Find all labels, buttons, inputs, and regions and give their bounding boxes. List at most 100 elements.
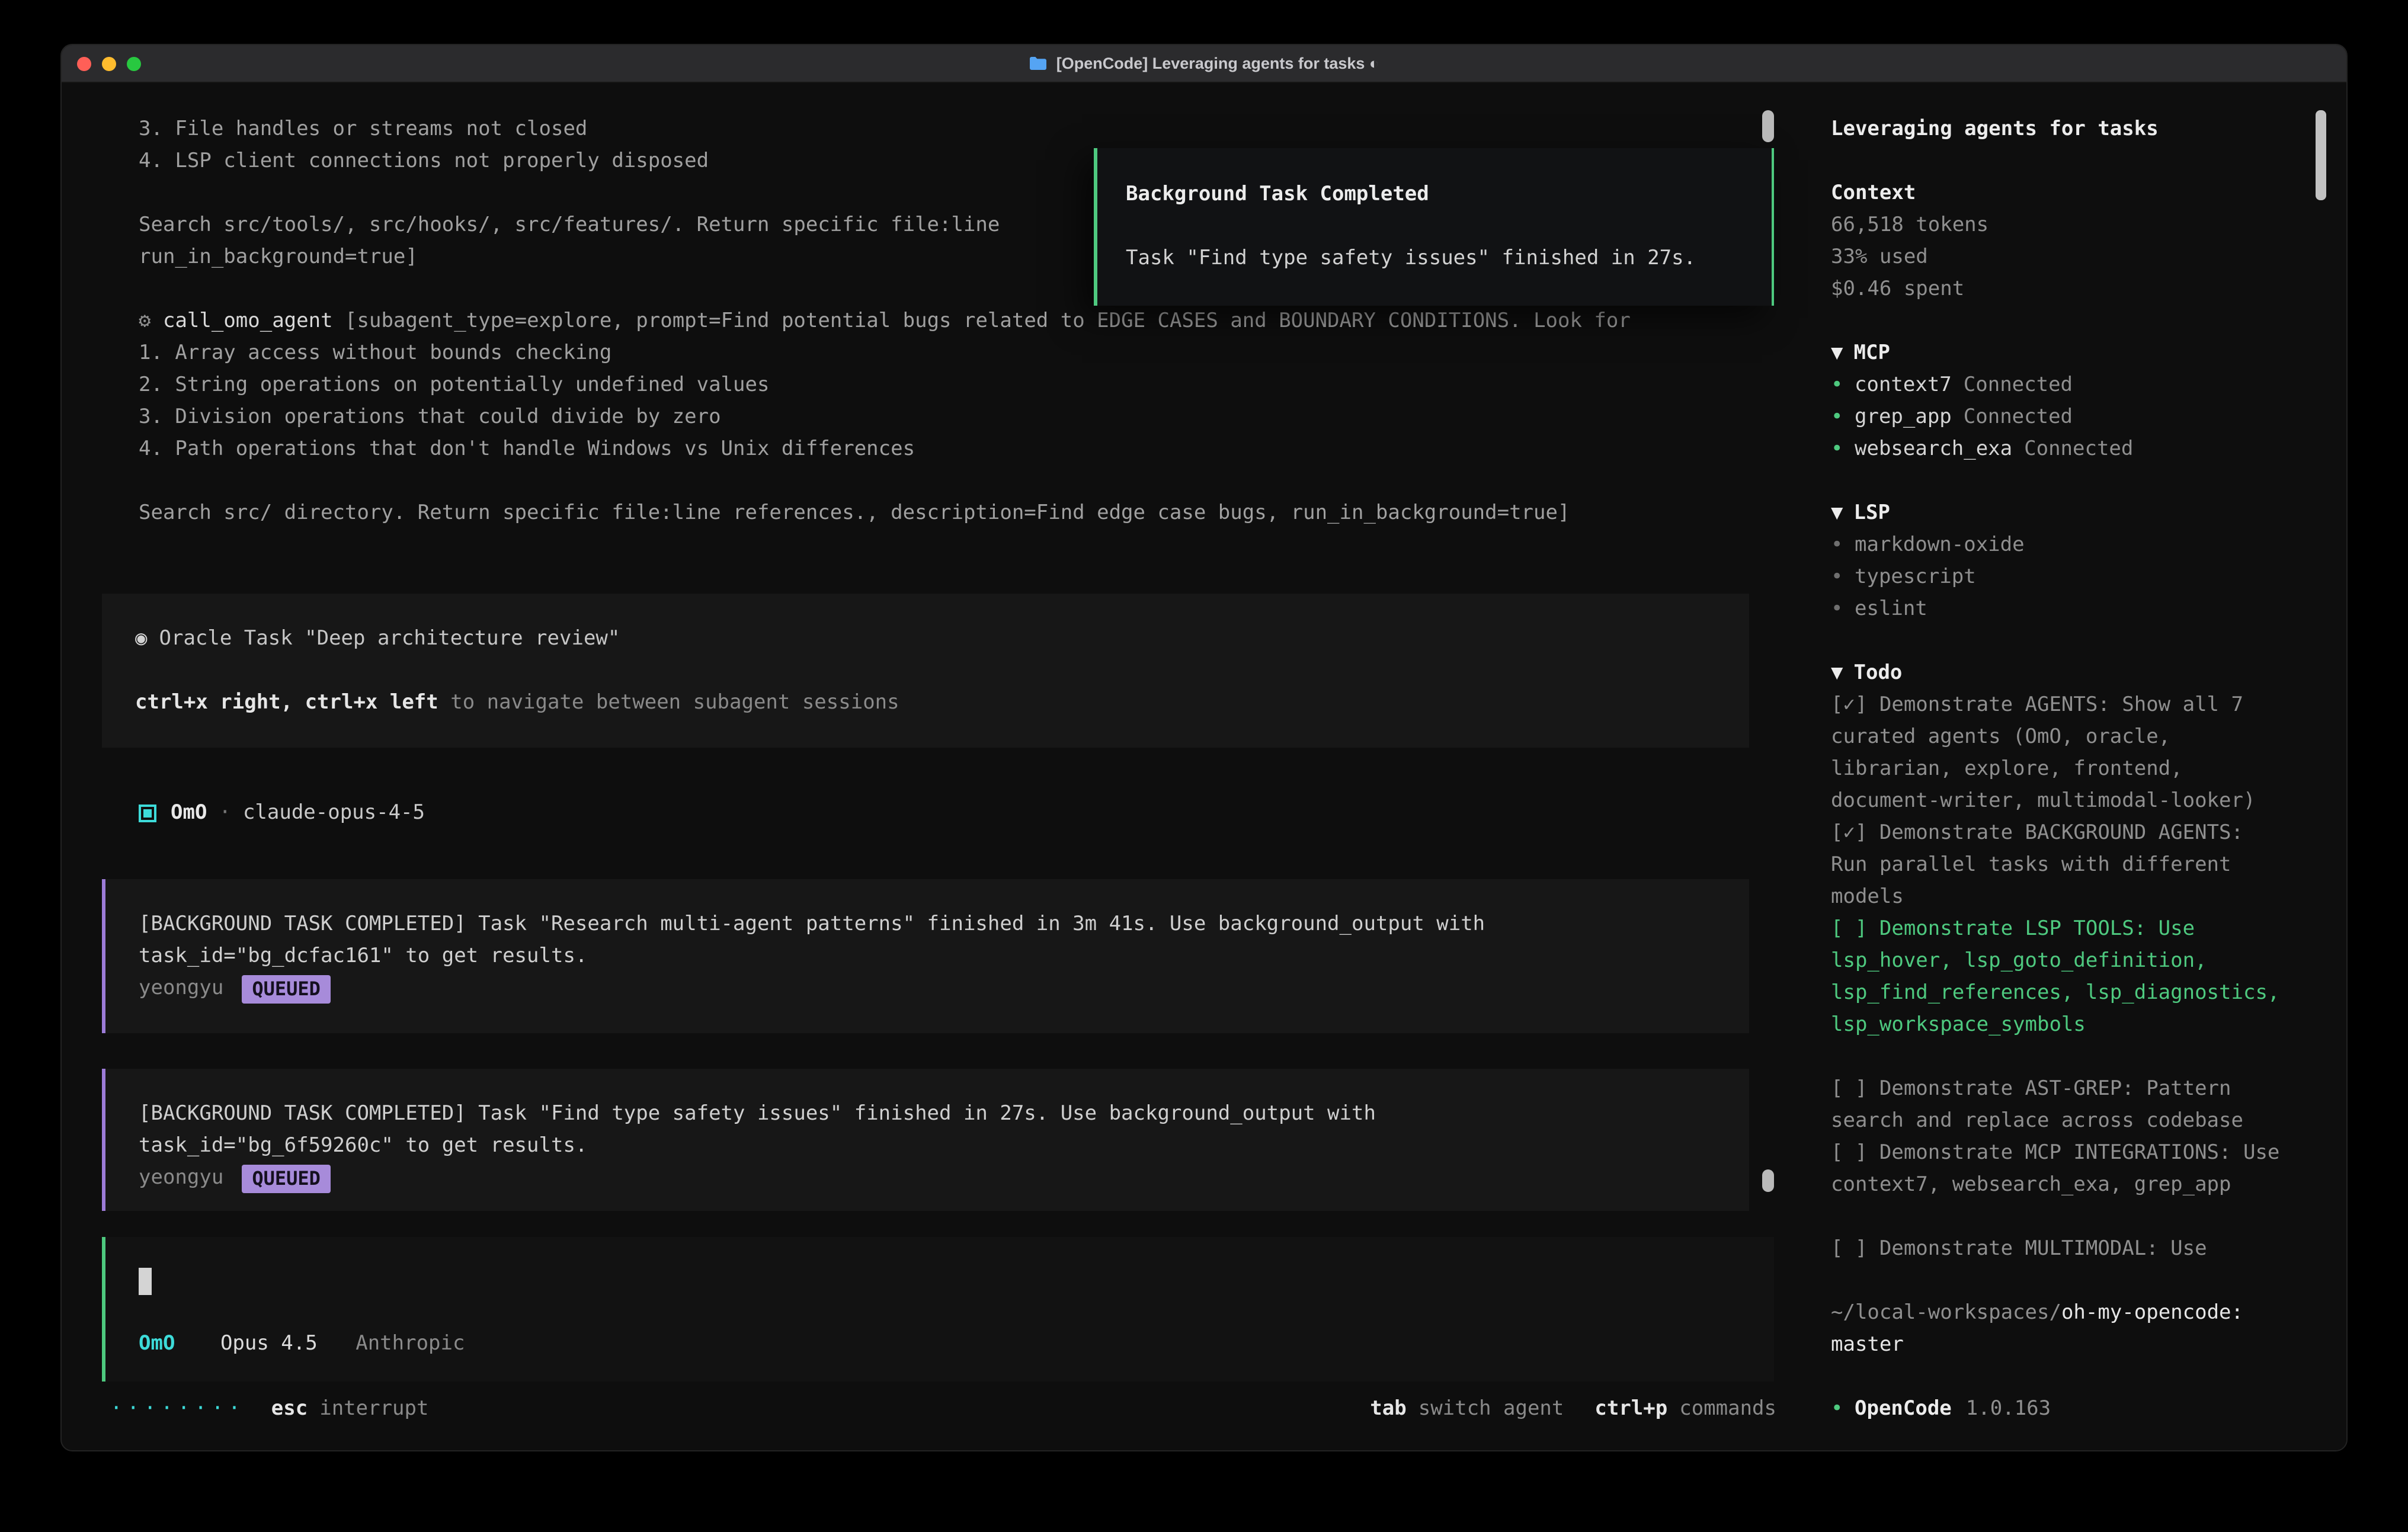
tool-arg-item: 4. Path operations that don't handle Win… <box>139 434 1749 466</box>
lsp-item: •markdown-oxide <box>1831 530 2316 562</box>
sidebar-scrollbar-thumb[interactable] <box>2316 110 2326 200</box>
session-title: Leveraging agents for tasks <box>1831 114 2281 146</box>
tool-call-line: ⚙ call_omo_agent [subagent_type=explore,… <box>139 306 1749 338</box>
bullet-icon: • <box>1831 434 1855 466</box>
lsp-heading-label: LSP <box>1854 501 1890 525</box>
message-text: task_id="bg_6f59260c" to get results. <box>139 1130 1716 1162</box>
bullet-icon: • <box>1831 594 1855 626</box>
toast-title: Background Task Completed <box>1126 179 1743 211</box>
agent-model: claude-opus-4-5 <box>243 797 425 829</box>
app-version-footer: • OpenCode 1.0.163 <box>1831 1393 2051 1425</box>
lsp-section-heading[interactable]: ▼ LSP <box>1831 498 2316 530</box>
queued-badge: QUEUED <box>241 975 331 1003</box>
commands-hint: ctrl+p commands <box>1594 1393 1776 1425</box>
mcp-name: websearch_exa <box>1855 434 2012 466</box>
window-title-group: [OpenCode] Leveraging agents for tasks ◐ <box>1029 44 1379 82</box>
zoom-button[interactable] <box>127 56 141 70</box>
fisheye-icon: ◉ <box>135 627 148 650</box>
prompt-cursor-row <box>139 1265 1741 1297</box>
git-branch: master <box>1831 1329 2316 1361</box>
mcp-item: •context7 Connected <box>1831 370 2316 402</box>
workspace-path-name: oh-my-opencode: <box>2061 1301 2243 1325</box>
mcp-heading-label: MCP <box>1854 341 1890 365</box>
todo-item: [ ] Demonstrate LSP TOOLS: Use lsp_hover… <box>1831 914 2281 1041</box>
main-scrollbar-thumb[interactable] <box>1762 1169 1774 1192</box>
model-provider-label: Anthropic <box>356 1332 465 1355</box>
mcp-item: •websearch_exa Connected <box>1831 434 2316 466</box>
queued-badge: QUEUED <box>241 1164 331 1193</box>
session-sidebar: Leveraging agents for tasks Context 66,5… <box>1807 83 2346 1450</box>
nav-keys: ctrl+x right, ctrl+x left <box>135 691 438 714</box>
bullet-icon: • <box>1831 1393 1855 1425</box>
background-task-message: [BACKGROUND TASK COMPLETED] Task "Find t… <box>102 1069 1749 1211</box>
bullet-icon: • <box>1831 370 1855 402</box>
workspace-path: ~/local-workspaces/oh-my-opencode: <box>1831 1297 2316 1329</box>
context-spent: $0.46 spent <box>1831 274 2316 306</box>
mcp-status: Connected <box>1964 370 2073 402</box>
chevron-down-icon: ▼ <box>1831 661 1843 685</box>
prompt-input[interactable]: OmO Opus 4.5 Anthropic <box>102 1237 1774 1382</box>
workspace-path-dim: ~/local-workspaces/ <box>1831 1301 2061 1325</box>
lsp-name: eslint <box>1855 594 1927 626</box>
active-model-label: Opus 4.5 <box>220 1332 318 1355</box>
tool-arg-item: 3. Division operations that could divide… <box>139 402 1749 434</box>
folder-icon <box>1029 56 1048 71</box>
todo-item: [ ] Demonstrate AST-GREP: Pattern search… <box>1831 1073 2281 1137</box>
chevron-down-icon: ▼ <box>1831 341 1843 365</box>
traffic-lights <box>77 45 141 82</box>
agent-name: OmO <box>171 797 207 829</box>
ctrlp-key: ctrl+p <box>1594 1397 1667 1421</box>
gear-icon: ⚙ <box>139 309 163 333</box>
status-bar: ········ esc interrupt tabswitch agent c… <box>62 1382 1807 1450</box>
ctrlp-label: commands <box>1679 1397 1776 1421</box>
message-meta: yeongyu QUEUED <box>139 973 1716 1005</box>
status-left: ········ esc interrupt <box>110 1393 428 1425</box>
todo-item: [✓] Demonstrate BACKGROUND AGENTS: Run p… <box>1831 818 2281 914</box>
lsp-section: ▼LSP •markdown-oxide •typescript •eslint <box>1831 498 2316 626</box>
message-author: yeongyu <box>139 973 223 1005</box>
lsp-item: •eslint <box>1831 594 2316 626</box>
close-button[interactable] <box>77 56 91 70</box>
minimize-button[interactable] <box>102 56 116 70</box>
terminal-main: 3. File handles or streams not closed 4.… <box>62 83 1807 1450</box>
bullet-icon: • <box>1831 530 1855 562</box>
context-tokens: 66,518 tokens <box>1831 210 2316 242</box>
mcp-name: grep_app <box>1855 402 1952 434</box>
tool-args: [subagent_type=explore, prompt=Find pote… <box>333 309 1631 333</box>
toast-body: Task "Find type safety issues" finished … <box>1126 243 1743 275</box>
background-task-toast: Background Task Completed Task "Find typ… <box>1094 148 1774 306</box>
todo-item: [✓] Demonstrate AGENTS: Show all 7 curat… <box>1831 690 2281 818</box>
chevron-down-icon: ▼ <box>1831 501 1843 525</box>
mcp-section: ▼ MCP •context7 Connected •grep_app Connect… <box>1831 338 2316 466</box>
app-name: OpenCode <box>1855 1393 1952 1425</box>
screen: [OpenCode] Leveraging agents for tasks ◐… <box>0 0 2408 1532</box>
context-section: Context 66,518 tokens 33% used $0.46 spe… <box>1831 178 2316 306</box>
separator-dot: · <box>219 797 231 829</box>
todo-item: [ ] Demonstrate MULTIMODAL: Use <box>1831 1233 2281 1265</box>
model-selector-row[interactable]: OmO Opus 4.5 Anthropic <box>139 1328 1741 1360</box>
text-cursor <box>139 1267 152 1294</box>
active-agent-label: OmO <box>139 1332 175 1355</box>
context-heading: Context <box>1831 178 2316 210</box>
context-used: 33% used <box>1831 242 2316 274</box>
busy-spinner-icon: ········ <box>110 1393 245 1425</box>
oracle-task-title-row: ◉Oracle Task "Deep architecture review" <box>135 623 1716 655</box>
esc-key-hint: esc <box>271 1393 308 1425</box>
tool-arg-footer: Search src/ directory. Return specific f… <box>139 498 1749 530</box>
mcp-status: Connected <box>2024 434 2133 466</box>
todo-item: [ ] Demonstrate MCP INTEGRATIONS: Use co… <box>1831 1137 2281 1201</box>
agent-header: OmO · claude-opus-4-5 <box>139 797 1749 829</box>
mcp-section-heading[interactable]: ▼ MCP <box>1831 338 2316 370</box>
nav-keys-desc: to navigate between subagent sessions <box>438 691 899 714</box>
mcp-status: Connected <box>1964 402 2073 434</box>
tool-arg-item: 2. String operations on potentially unde… <box>139 370 1749 402</box>
main-scrollbar-thumb[interactable] <box>1762 110 1774 142</box>
mcp-name: context7 <box>1855 370 1952 402</box>
bullet-icon: • <box>1831 562 1855 594</box>
message-meta: yeongyu QUEUED <box>139 1162 1716 1194</box>
todo-section: ▼ Todo [✓] Demonstrate AGENTS: Show all 7… <box>1831 658 2316 1265</box>
window-titlebar: [OpenCode] Leveraging agents for tasks ◐ <box>62 45 2346 83</box>
todo-section-heading[interactable]: ▼ Todo <box>1831 658 2316 690</box>
subagent-nav-hint: ctrl+x right, ctrl+x left to navigate be… <box>135 687 1716 719</box>
todo-heading-label: Todo <box>1854 661 1903 685</box>
